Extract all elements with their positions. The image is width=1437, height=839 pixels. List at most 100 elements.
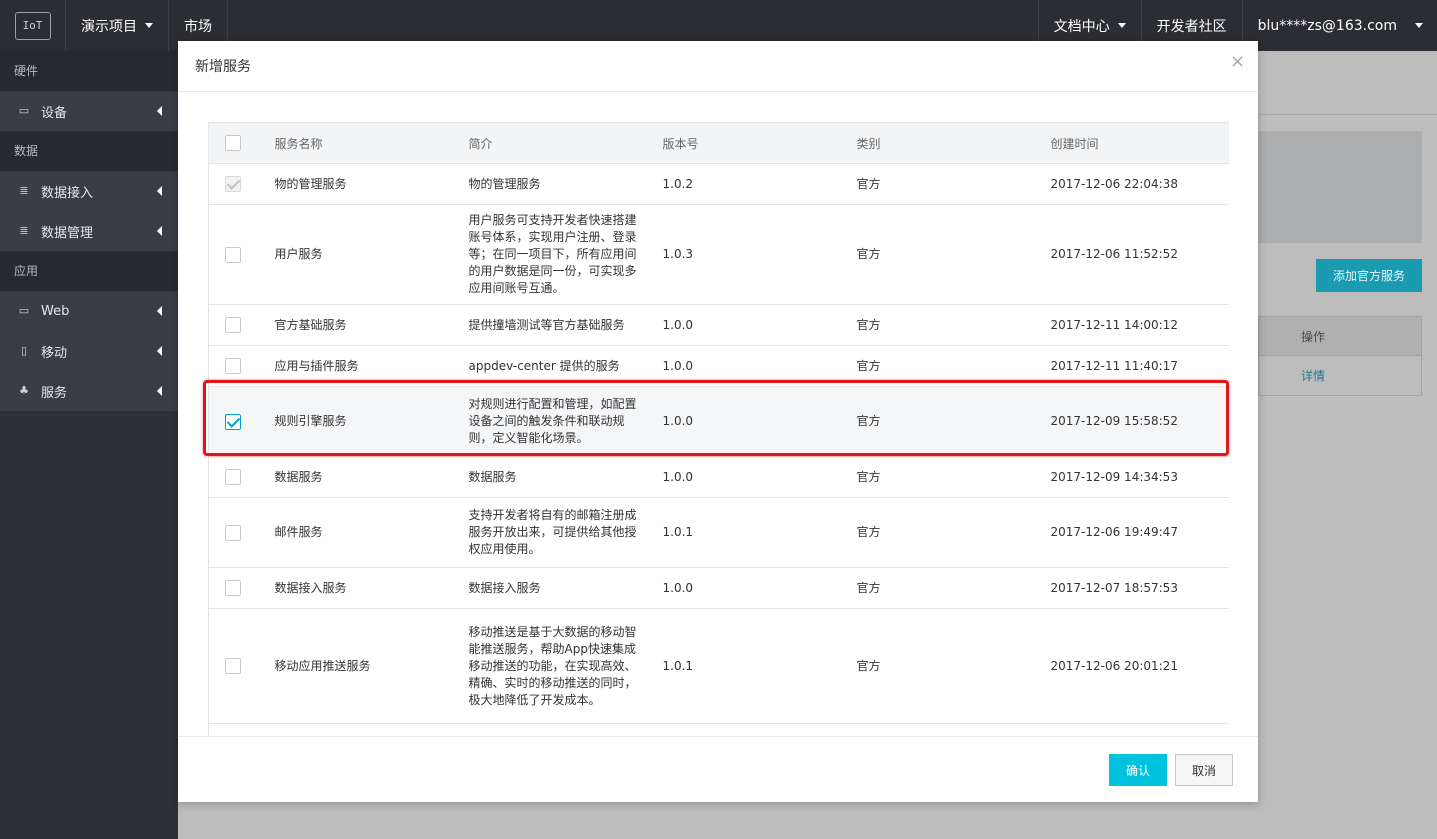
service-type: 官方 — [856, 497, 1051, 568]
service-table: 服务名称 简介 版本号 类别 创建时间 物的管理服务 物的管理服务 1.0.2 … — [208, 122, 1229, 736]
service-name: 官方基础服务 — [274, 304, 469, 346]
sidebar-item-device[interactable]: ▭ 设备 — [0, 91, 178, 131]
row-checkbox-cell — [208, 497, 275, 568]
row-checkbox[interactable] — [225, 246, 241, 263]
empty-cell — [274, 723, 469, 736]
service-time: 2017-12-06 11:52:52 — [1050, 204, 1229, 305]
sidebar-item-service[interactable]: ♣ 服务 — [0, 371, 178, 411]
service-name: 数据服务 — [274, 456, 469, 498]
service-name: 用户服务 — [274, 204, 469, 305]
service-version: 1.0.0 — [662, 567, 857, 609]
service-name: 规则引擎服务 — [274, 386, 469, 457]
table-row[interactable]: 物的管理服务 物的管理服务 1.0.2 官方 2017-12-06 22:04:… — [208, 163, 1229, 205]
close-icon[interactable]: × — [1230, 53, 1245, 71]
service-desc: 用户服务可支持开发者快速搭建账号体系，实现用户注册、登录等；在同一项目下，所有应… — [468, 204, 663, 305]
service-name: 数据接入服务 — [274, 567, 469, 609]
device-icon: ▭ — [18, 104, 30, 117]
caret-down-icon — [1415, 23, 1423, 28]
sidebar-item-mobile[interactable]: ▯ 移动 — [0, 331, 178, 371]
detail-link[interactable]: 详情 — [1258, 356, 1422, 396]
sidebar-item-data-access[interactable]: ≣ 数据接入 — [0, 171, 178, 211]
table-header-row: 服务名称 简介 版本号 类别 创建时间 — [208, 122, 1229, 164]
sidebar-item-web[interactable]: ▭ Web — [0, 291, 178, 331]
add-official-service-button[interactable]: 添加官方服务 — [1316, 259, 1422, 292]
sidebar-item-label: 设备 — [41, 105, 68, 121]
service-type: 官方 — [856, 345, 1051, 387]
service-name: 移动应用推送服务 — [274, 608, 469, 724]
service-desc: 数据接入服务 — [468, 567, 663, 609]
caret-down-icon — [145, 23, 153, 28]
column-header-desc: 简介 — [468, 122, 663, 164]
project-selector[interactable]: 演示项目 — [66, 0, 169, 51]
table-header-action: 操作 — [1258, 316, 1422, 356]
service-version: 1.0.1 — [662, 608, 857, 724]
sidebar: 硬件 ▭ 设备 数据 ≣ 数据接入 ≣ 数据管理 应用 ▭ Web ▯ 移动 ♣… — [0, 51, 178, 839]
mobile-icon: ▯ — [20, 344, 28, 357]
sidebar-section-data: 数据 — [0, 131, 178, 171]
sidebar-item-label: 移动 — [41, 345, 68, 361]
service-time: 2017-12-06 19:49:47 — [1050, 497, 1229, 568]
table-row[interactable]: 数据接入服务 数据接入服务 1.0.0 官方 2017-12-07 18:57:… — [208, 567, 1229, 609]
table-row[interactable]: 邮件服务 支持开发者将自有的邮箱注册成服务开放出来，可提供给其他授权应用使用。 … — [208, 497, 1229, 568]
dialog-title: 新增服务 — [195, 59, 251, 75]
user-menu[interactable]: blu****zs@163.com — [1243, 0, 1437, 51]
empty-cell — [1050, 723, 1229, 736]
caret-left-icon — [157, 186, 162, 196]
row-checkbox[interactable] — [225, 358, 241, 374]
row-checkbox[interactable] — [225, 317, 241, 333]
row-checkbox — [225, 176, 241, 192]
nav-docs-label: 文档中心 — [1053, 18, 1110, 35]
service-name: 应用与插件服务 — [274, 345, 469, 387]
caret-down-icon — [1117, 23, 1126, 28]
service-desc: 支持开发者将自有的邮箱注册成服务开放出来，可提供给其他授权应用使用。 — [468, 497, 663, 568]
service-name: 物的管理服务 — [274, 163, 469, 205]
caret-left-icon — [157, 346, 162, 356]
header-checkbox-cell — [208, 122, 275, 164]
service-version: 1.0.0 — [662, 345, 857, 387]
service-type: 官方 — [856, 608, 1051, 724]
dialog-body: 服务名称 简介 版本号 类别 创建时间 物的管理服务 物的管理服务 1.0.2 … — [208, 122, 1229, 736]
sidebar-item-data-manage[interactable]: ≣ 数据管理 — [0, 211, 178, 251]
data-access-icon: ≣ — [19, 184, 29, 197]
logo[interactable]: IoT — [0, 0, 66, 51]
project-selector-label: 演示项目 — [81, 18, 137, 35]
service-version: 1.0.3 — [662, 204, 857, 305]
nav-market-label: 市场 — [184, 18, 212, 35]
empty-cell — [662, 723, 857, 736]
service-name: 邮件服务 — [274, 497, 469, 568]
iot-logo-icon: IoT — [14, 11, 51, 40]
service-time: 2017-12-07 18:57:53 — [1050, 567, 1229, 609]
row-checkbox-cell — [208, 723, 275, 736]
service-time: 2017-12-06 20:01:21 — [1050, 608, 1229, 724]
service-desc: 提供撞墙测试等官方基础服务 — [468, 304, 663, 346]
select-all-checkbox[interactable] — [225, 135, 241, 151]
row-checkbox-cell — [208, 386, 275, 457]
user-email: blu****zs@163.com — [1257, 17, 1397, 34]
row-checkbox[interactable] — [225, 658, 241, 674]
table-row[interactable]: 移动应用推送服务 移动推送是基于大数据的移动智能推送服务，帮助App快速集成移动… — [208, 608, 1229, 724]
empty-cell — [468, 723, 663, 736]
table-row[interactable]: 数据服务 数据服务 1.0.0 官方 2017-12-09 14:34:53 — [208, 456, 1229, 498]
row-checkbox[interactable] — [225, 580, 241, 596]
table-row[interactable]: 应用与插件服务 appdev-center 提供的服务 1.0.0 官方 201… — [208, 345, 1229, 387]
sidebar-item-label: Web — [41, 303, 70, 319]
row-checkbox[interactable] — [225, 469, 241, 485]
table-row-selected[interactable]: 规则引擎服务 对规则进行配置和管理，如配置设备之间的触发条件和联动规则，定义智能… — [208, 386, 1229, 457]
confirm-button[interactable]: 确认 — [1109, 754, 1167, 786]
sidebar-section-app: 应用 — [0, 251, 178, 291]
row-checkbox-cell — [208, 608, 275, 724]
sidebar-section-hardware: 硬件 — [0, 51, 178, 91]
sidebar-item-label: 数据接入 — [41, 185, 94, 201]
row-checkbox[interactable] — [225, 524, 241, 541]
row-checkbox-checked[interactable] — [225, 413, 241, 430]
table-row[interactable]: 用户服务 用户服务可支持开发者快速搭建账号体系，实现用户注册、登录等；在同一项目… — [208, 204, 1229, 305]
service-version: 1.0.2 — [662, 163, 857, 205]
row-checkbox-cell — [208, 163, 275, 205]
table-row-partial[interactable] — [208, 723, 1229, 736]
caret-left-icon — [157, 106, 162, 116]
cancel-button[interactable]: 取消 — [1175, 754, 1233, 786]
add-service-dialog: 新增服务 × 服务名称 简介 版本号 类别 创建时间 物的管理服务 物的管理服务 — [178, 41, 1258, 802]
row-checkbox-cell — [208, 456, 275, 498]
table-row[interactable]: 官方基础服务 提供撞墙测试等官方基础服务 1.0.0 官方 2017-12-11… — [208, 304, 1229, 346]
page-header-area — [1258, 51, 1437, 115]
